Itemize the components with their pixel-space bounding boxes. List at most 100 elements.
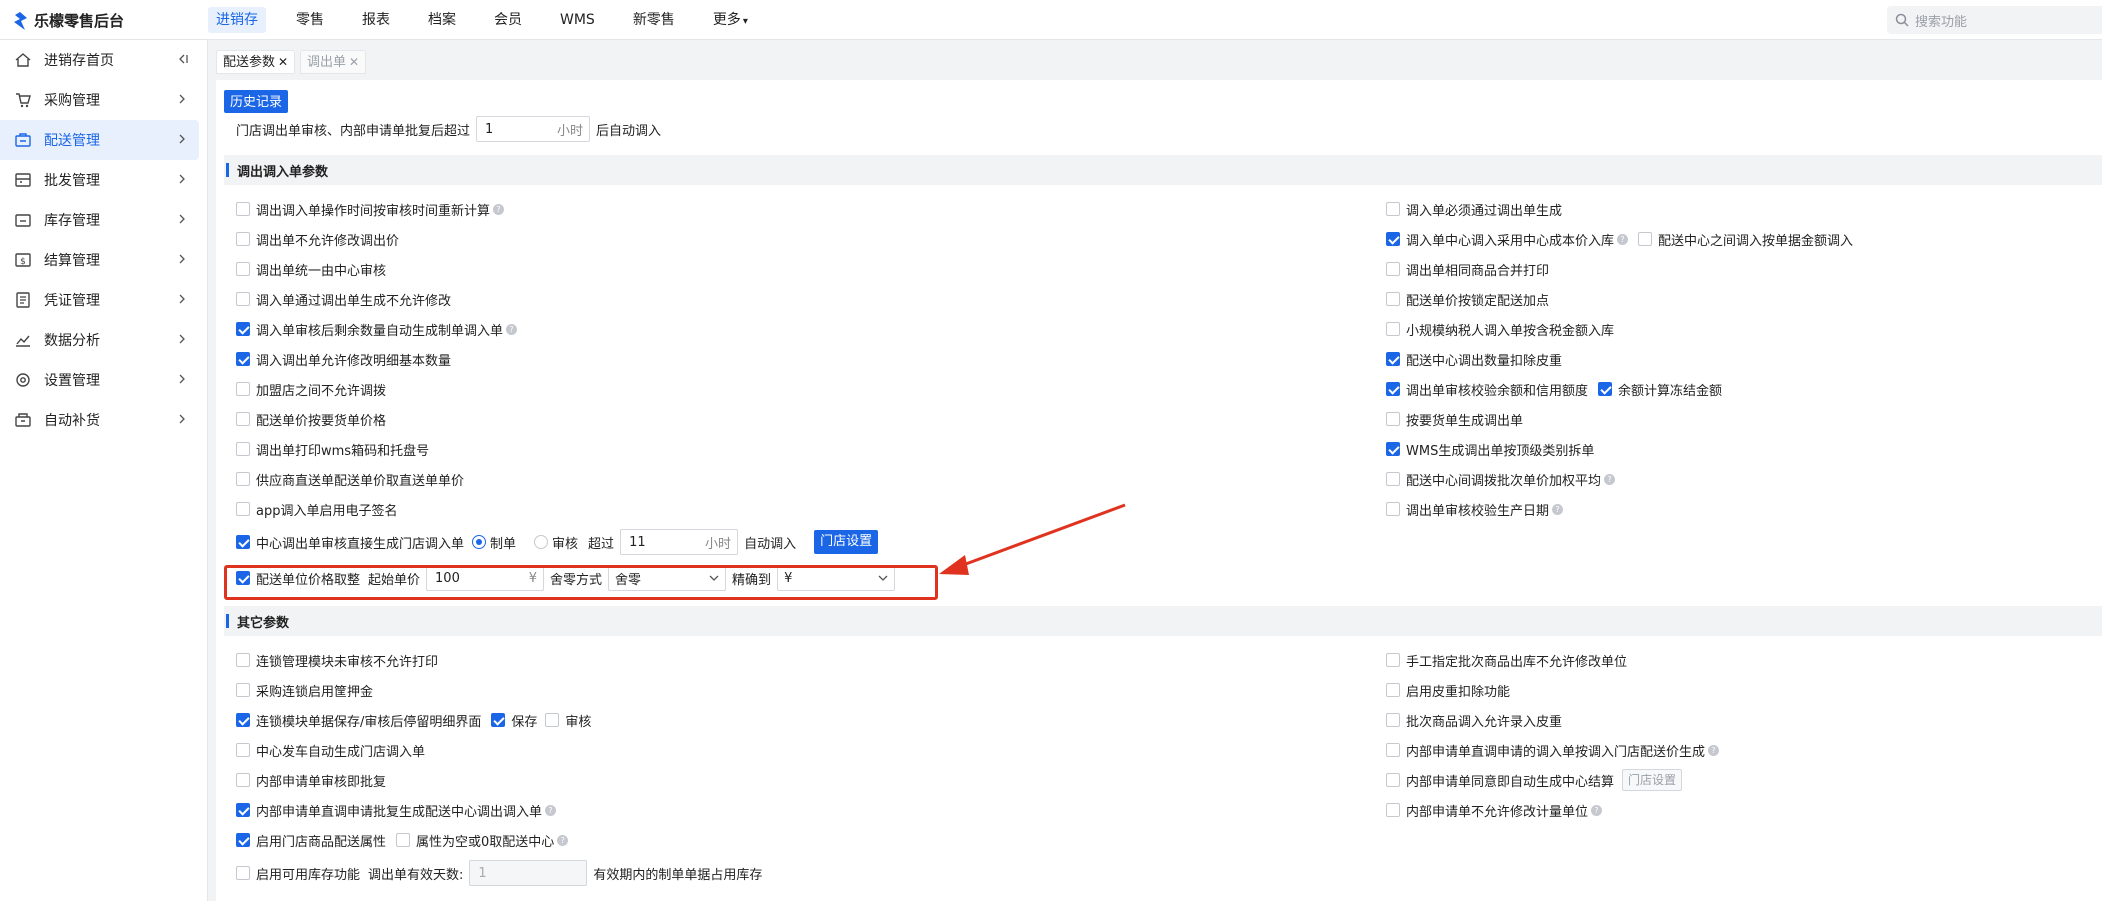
nav-item-7[interactable]: 更多 ▾ [705,0,756,40]
checkbox[interactable] [236,262,250,276]
checkbox[interactable] [1386,292,1400,306]
help-icon[interactable]: ? [493,203,505,215]
checkbox[interactable] [1386,713,1400,727]
checkbox[interactable] [236,653,250,667]
sidebar-item-9[interactable]: 自动补货 [0,400,199,440]
checkbox[interactable] [1386,803,1400,817]
sidebar-item-label: 库存管理 [44,213,100,229]
main-content: 历史记录 门店调出单审核、内部申请单批复后超过 1 小时 后自动调入 调出调入单参… [216,80,2102,901]
checkbox[interactable] [1638,232,1653,246]
checkbox[interactable] [236,866,250,880]
checkbox[interactable] [236,803,250,817]
checkbox[interactable] [236,502,250,516]
search-box[interactable]: 搜索功能 [1887,6,2102,34]
input-value: 11 [629,534,646,550]
sidebar-item-3[interactable]: 批发管理 [0,160,199,200]
store-settings-button[interactable]: 门店设置 [814,530,879,554]
checkbox[interactable] [236,202,250,216]
help-icon[interactable]: ? [506,323,518,335]
checkbox[interactable] [236,442,250,456]
checkbox[interactable] [236,232,250,246]
checkbox[interactable] [545,713,560,727]
checkbox[interactable] [236,412,250,426]
search-input[interactable]: 搜索功能 [1915,11,1967,30]
checkbox[interactable] [1598,382,1613,396]
checkbox-label: 采购连锁启用筐押金 [256,684,374,700]
checkbox-label: 保存 [511,714,538,730]
help-icon[interactable]: ? [557,834,569,846]
help-icon[interactable]: ? [545,804,557,816]
radio-audit[interactable] [534,535,549,549]
checkbox-label: 调入调出单允许修改明细基本数量 [256,353,452,369]
help-icon[interactable]: ? [1708,744,1720,756]
history-button[interactable]: 历史记录 [224,90,289,113]
checkbox[interactable] [236,322,250,336]
nav-item-4[interactable]: 会员 [486,0,530,40]
sidebar-item-8[interactable]: 设置管理 [0,360,199,400]
tab-delivery-params[interactable]: 配送参数 ✕ [216,50,296,74]
checkbox[interactable] [236,683,250,697]
checkbox[interactable] [1386,653,1400,667]
checkbox[interactable] [1386,743,1400,757]
close-icon[interactable]: ✕ [349,55,359,69]
help-icon[interactable]: ? [1617,233,1629,245]
option-row: 内部申请单审核即批复 [236,769,386,791]
help-icon[interactable]: ? [1604,473,1616,485]
app-logo[interactable]: 乐檬零售后台 [12,10,124,31]
sidebar-item-4[interactable]: 库存管理 [0,200,199,240]
checkbox[interactable] [1386,502,1400,516]
available-stock-row: 启用可用库存功能 调出单有效天数: 1 有效期内的制单单据占用库存 [236,860,762,886]
checkbox[interactable] [236,292,250,306]
sidebar-item-2[interactable]: 配送管理 [0,120,199,160]
valid-days-input[interactable]: 1 [469,860,588,886]
precision-select[interactable]: ¥ [777,565,896,591]
checkbox[interactable] [1386,382,1400,396]
help-icon[interactable]: ? [1552,503,1564,515]
checkbox[interactable] [236,535,250,549]
checkbox[interactable] [1386,352,1400,366]
checkbox[interactable] [236,571,250,585]
checkbox[interactable] [236,472,250,486]
checkbox[interactable] [236,382,250,396]
option-row: 调入调出单允许修改明细基本数量 [236,348,451,370]
checkbox[interactable] [1386,322,1400,336]
nav-item-1[interactable]: 零售 [288,0,332,40]
checkbox[interactable] [1386,442,1400,456]
round-mode-select[interactable]: 舍零 [608,565,727,591]
checkbox[interactable] [1386,412,1400,426]
over-label: 超过 [588,536,615,552]
checkbox[interactable] [1386,683,1400,697]
checkbox[interactable] [1386,773,1400,787]
auto-in-hours-input-2[interactable]: 11 小时 [620,529,739,555]
sidebar-item-1[interactable]: 采购管理 [0,80,199,120]
checkbox[interactable] [1386,202,1400,216]
checkbox[interactable] [396,833,411,847]
auto-in-hours-input[interactable]: 1 小时 [476,116,591,142]
nav-item-3[interactable]: 档案 [420,0,464,40]
sidebar-item-7[interactable]: 数据分析 [0,320,199,360]
checkbox[interactable] [236,773,250,787]
checkbox[interactable] [236,833,250,847]
sidebar-item-6[interactable]: 凭证管理 [0,280,199,320]
checkbox-label: 内部申请单审核即批复 [256,774,387,790]
nav-item-5[interactable]: WMS [552,0,603,40]
sidebar-item-5[interactable]: $ 结算管理 [0,240,199,280]
start-price-input[interactable]: 100 ¥ [426,565,545,591]
checkbox[interactable] [1386,262,1400,276]
checkbox[interactable] [491,713,506,727]
radio-draft[interactable] [472,535,487,549]
nav-item-6[interactable]: 新零售 [625,0,683,40]
nav-item-2[interactable]: 报表 [354,0,398,40]
nav-item-0[interactable]: 进销存 [208,0,266,40]
close-icon[interactable]: ✕ [278,55,288,69]
store-settings-button[interactable]: 门店设置 [1622,769,1683,791]
checkbox[interactable] [1386,232,1400,246]
sidebar-item-0[interactable]: 进销存首页 [0,40,199,80]
checkbox[interactable] [236,352,250,366]
help-icon[interactable]: ? [1591,804,1603,816]
checkbox[interactable] [1386,472,1400,486]
collapse-icon[interactable] [175,52,189,66]
tab-transfer-out[interactable]: 调出单 ✕ [300,50,367,74]
checkbox[interactable] [236,713,250,727]
checkbox[interactable] [236,743,250,757]
